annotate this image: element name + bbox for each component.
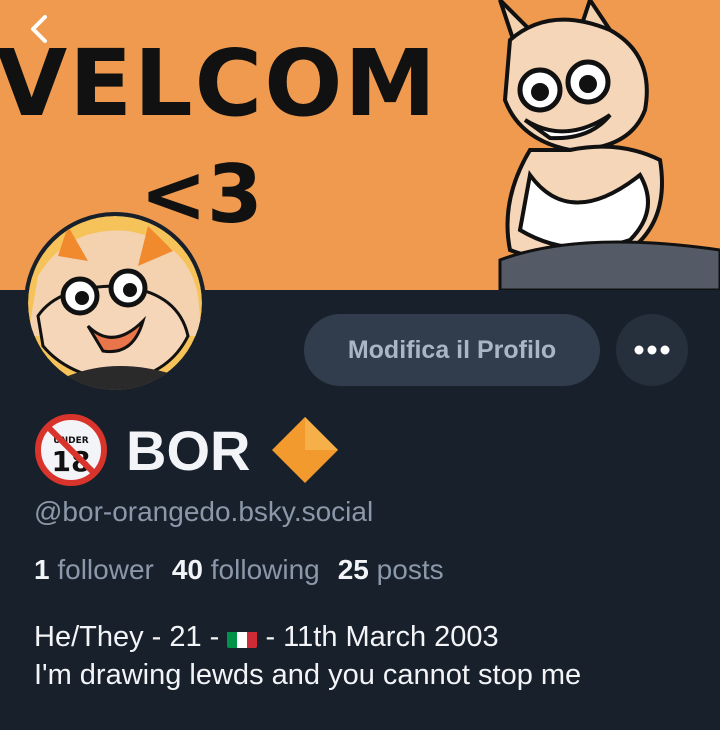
avatar[interactable]	[24, 212, 206, 394]
following-stat[interactable]: 40 following	[172, 554, 320, 586]
posts-stat: 25 posts	[338, 554, 444, 586]
name-row: UNDER 18 BOR	[34, 412, 342, 488]
display-name: BOR	[126, 418, 251, 482]
profile-stats: 1 follower 40 following 25 posts	[34, 554, 462, 586]
bio-line-2: I'm drawing lewds and you cannot stop me	[34, 659, 582, 691]
banner-character-illustration	[498, 0, 720, 290]
banner-text-line1: VELCOM	[0, 30, 438, 137]
more-dots-icon	[634, 345, 670, 355]
followers-count: 1	[34, 554, 50, 585]
bio-line-1-end: - 11th March 2003	[257, 621, 499, 653]
posts-count: 25	[337, 554, 369, 585]
followers-stat[interactable]: 1 follower	[34, 554, 154, 586]
back-button[interactable]	[24, 12, 54, 46]
more-options-button[interactable]	[616, 314, 688, 386]
italy-flag-icon	[227, 626, 258, 648]
under-18-icon: UNDER 18	[35, 414, 107, 486]
following-count: 40	[171, 554, 203, 585]
orange-diamond-icon	[272, 417, 339, 483]
following-label: following	[210, 554, 320, 585]
bio-line-1: He/They - 21 - - 11th March 2003	[34, 618, 581, 656]
followers-label: follower	[57, 554, 154, 585]
edit-profile-button[interactable]: Modifica il Profilo	[304, 314, 600, 386]
posts-label: posts	[376, 554, 444, 585]
bio-line-1-start: He/They - 21 -	[34, 621, 228, 653]
profile-bio: He/They - 21 - - 11th March 2003 I'm dra…	[34, 618, 581, 694]
profile-handle: @bor-orangedo.bsky.social	[34, 496, 374, 527]
avatar-illustration	[28, 216, 202, 390]
chevron-left-icon	[31, 15, 47, 43]
